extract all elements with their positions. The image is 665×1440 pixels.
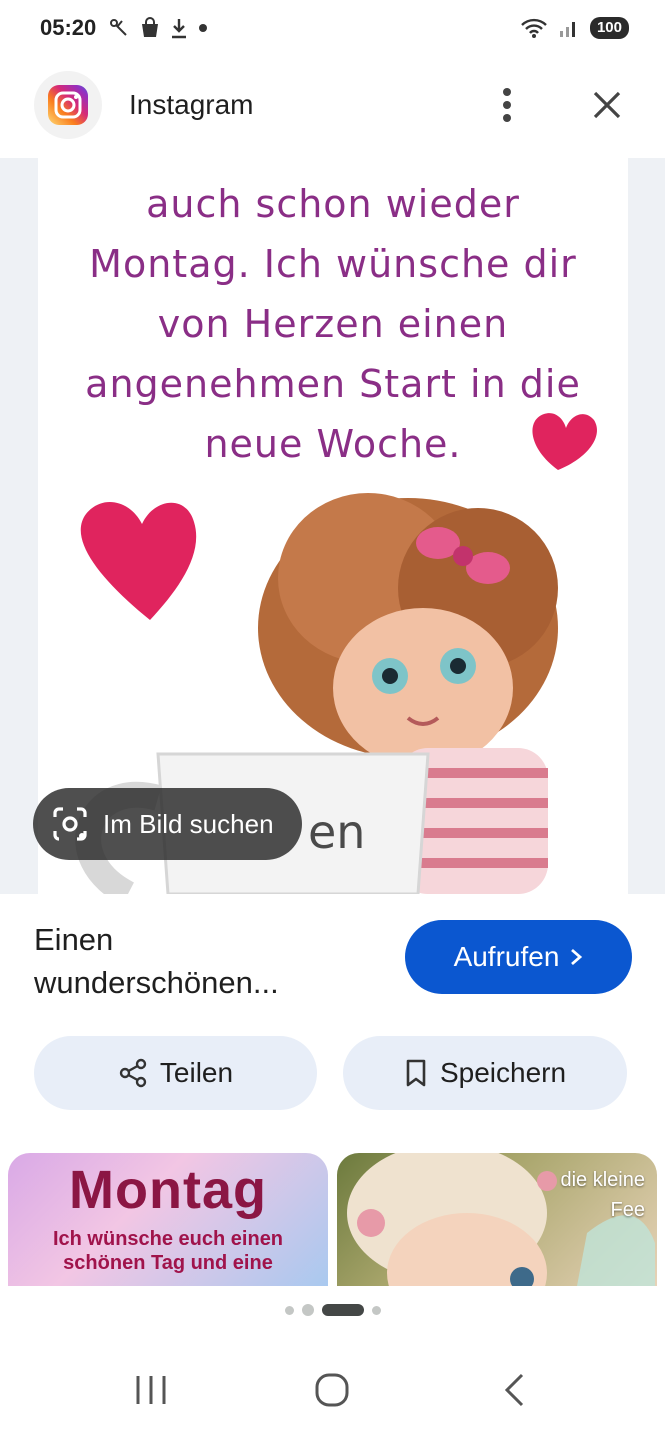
related-label-line: Fee [610, 1199, 645, 1221]
pager-dot [301, 1304, 314, 1316]
dot-icon [199, 23, 208, 32]
bookmark-icon [406, 1059, 426, 1087]
home-button[interactable] [292, 1350, 372, 1430]
share-button[interactable]: Teilen [34, 1036, 317, 1110]
instagram-icon [48, 85, 88, 125]
lens-icon [53, 807, 87, 841]
share-label: Teilen [159, 1057, 234, 1088]
close-icon [593, 91, 621, 119]
recents-button[interactable] [111, 1350, 191, 1430]
related-image[interactable]: Montag Ich wünsche euch einen schönen Ta… [8, 1153, 328, 1286]
share-icon [119, 1058, 147, 1088]
related-image-subtitle: Ich wünsche euch einen schönen Tag und e… [8, 1227, 328, 1275]
heart-icon [532, 413, 597, 470]
app-header: Instagram [0, 60, 665, 150]
svg-text:en: en [308, 805, 365, 859]
recents-icon [136, 1376, 166, 1404]
download-icon [172, 18, 187, 38]
image-preview-area: auch schon wieder Montag. Ich wünsche di… [0, 158, 665, 894]
preview-image[interactable]: auch schon wieder Montag. Ich wünsche di… [38, 158, 628, 894]
search-in-image-label: Im Bild suchen [103, 808, 274, 839]
back-button[interactable] [474, 1350, 554, 1430]
pager-dot-active [321, 1304, 364, 1316]
app-title: Instagram [129, 89, 254, 120]
more-vert-icon [503, 88, 511, 122]
related-image-title: Montag [69, 1160, 267, 1220]
wifi-icon [521, 18, 547, 38]
search-in-image-button[interactable]: Im Bild suchen [33, 788, 302, 860]
scissors-share-icon [110, 18, 127, 36]
status-time: 05:20 [40, 14, 97, 40]
result-title: Einen wunderschönen... [34, 922, 279, 1000]
pager-dot [371, 1305, 381, 1315]
battery-indicator: 100 [589, 16, 629, 39]
heart-icon [80, 501, 197, 620]
related-subtitle-line: schönen Tag und eine [63, 1252, 273, 1274]
pager-indicator [0, 1304, 665, 1316]
pager-dot [284, 1305, 294, 1315]
related-image-label: die kleine Fee [560, 1165, 645, 1225]
app-icon-container [34, 71, 102, 139]
visit-button-label: Aufrufen [453, 941, 560, 972]
back-icon [505, 1373, 524, 1407]
save-button[interactable]: Speichern [343, 1036, 627, 1110]
chevron-right-icon [571, 948, 583, 966]
notification-icons [108, 16, 208, 39]
signal-icon [559, 21, 575, 37]
status-left: 05:20 [40, 15, 208, 41]
close-button[interactable] [583, 81, 631, 129]
bag-icon [142, 16, 159, 37]
related-image[interactable]: die kleine Fee [337, 1153, 657, 1286]
illustration: en [75, 413, 597, 894]
home-icon [315, 1373, 349, 1407]
related-label-line: die kleine [560, 1169, 645, 1191]
status-right: 100 [520, 16, 629, 39]
more-options-button[interactable] [483, 81, 531, 129]
visit-button[interactable]: Aufrufen [405, 920, 632, 994]
related-subtitle-line: Ich wünsche euch einen [52, 1228, 284, 1250]
save-label: Speichern [439, 1057, 567, 1088]
status-bar: 05:20 100 [0, 0, 665, 55]
system-nav-bar [0, 1340, 665, 1440]
